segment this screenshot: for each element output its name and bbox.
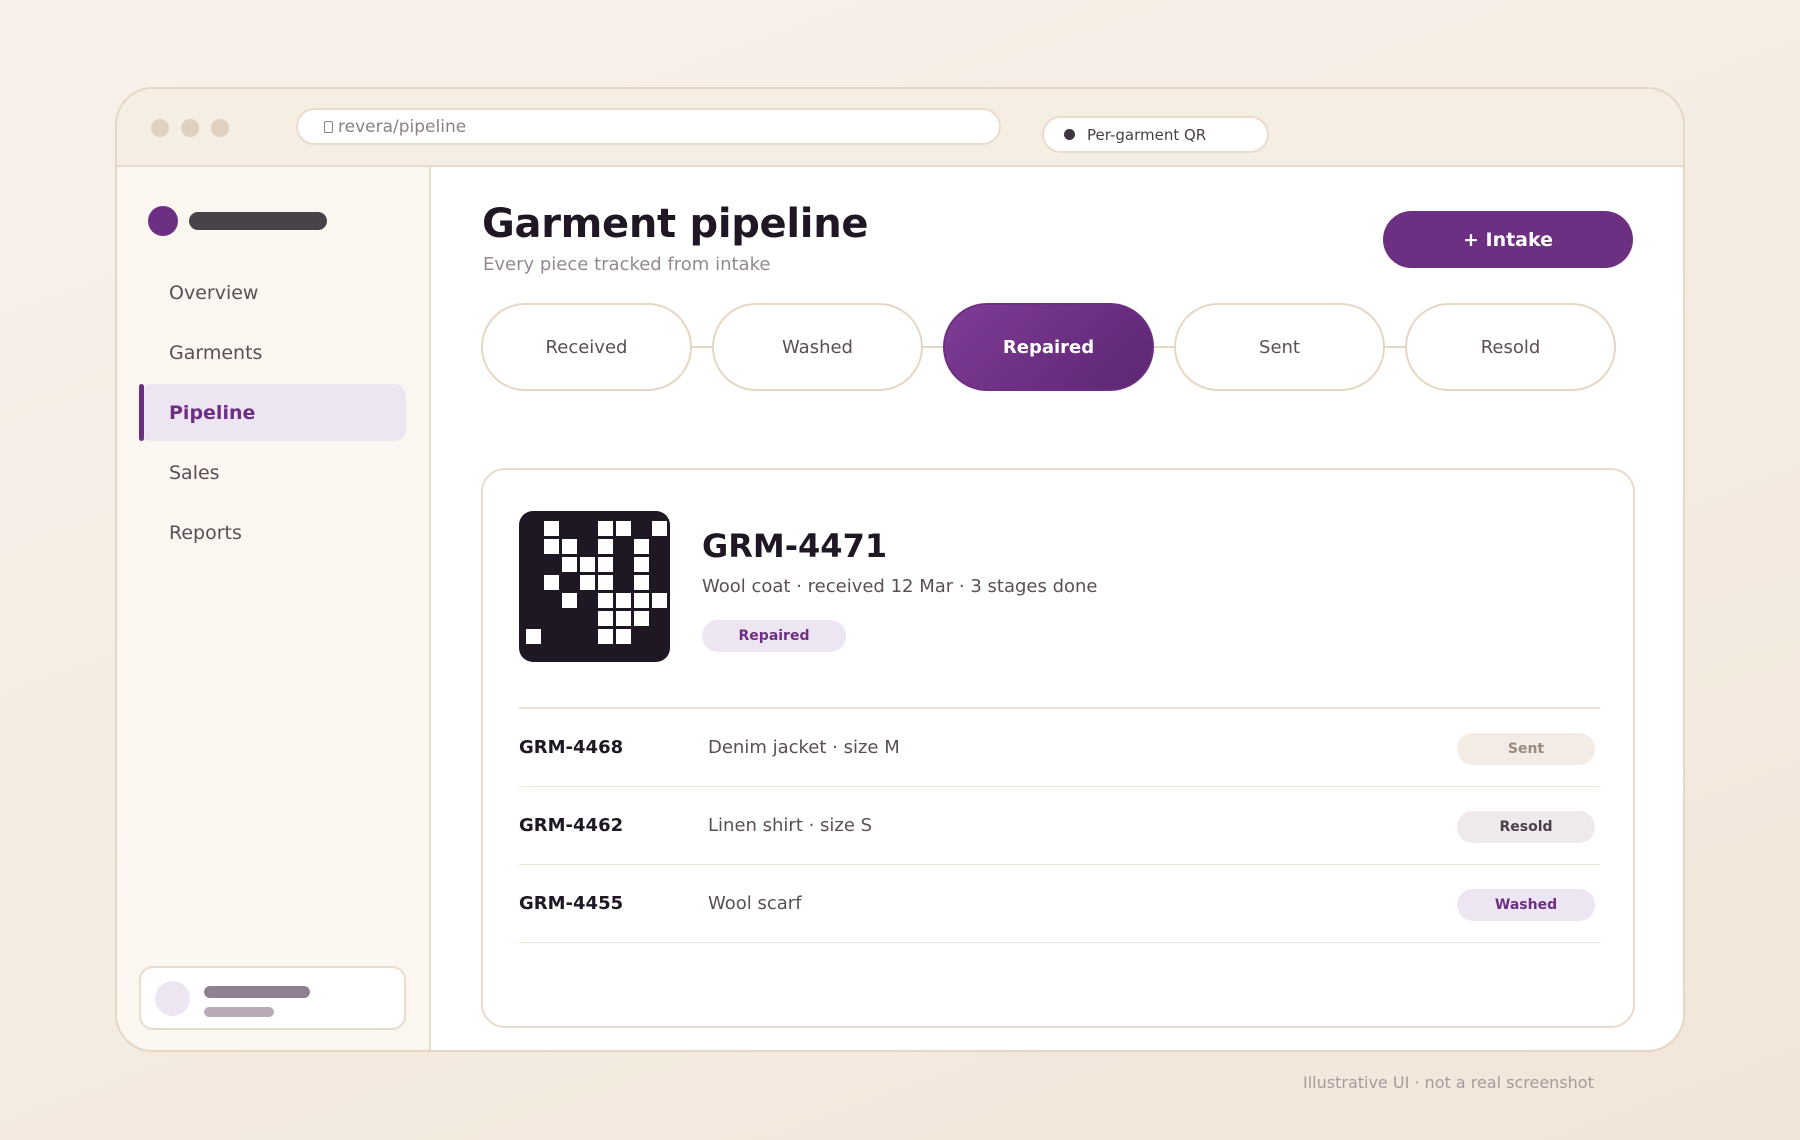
qr-module [616,629,631,644]
qr-module [598,539,613,554]
sidebar-item-label: Pipeline [169,401,256,424]
browser-window: revera/pipeline Per-garment QR Overview … [115,87,1685,1052]
main-content: Garment pipeline Every piece tracked fro… [433,167,1683,1050]
qr-module [652,521,667,536]
user-role-placeholder [204,1007,274,1017]
sidebar: Overview Garments Pipeline Sales Reports [117,167,431,1050]
qr-module [616,593,631,608]
address-text: revera/pipeline [338,116,467,137]
qr-module [598,557,613,572]
title-bar: revera/pipeline Per-garment QR [117,89,1683,167]
qr-module [598,593,613,608]
qr-module [634,575,649,590]
lock-icon [324,120,333,133]
stage-received[interactable]: Received [481,303,692,391]
garment-meta: Wool coat · received 12 Mar · 3 stages d… [702,576,1098,597]
row-description: Linen shirt · size S [708,815,873,836]
qr-module [634,557,649,572]
window-maximize-dot[interactable] [211,119,229,137]
qr-module [598,575,613,590]
qr-module [580,575,595,590]
status-dot-icon [1064,129,1075,140]
stage-sent[interactable]: Sent [1174,303,1385,391]
sidebar-item-garments[interactable]: Garments [139,324,406,381]
qr-module [526,629,541,644]
address-bar[interactable]: revera/pipeline [296,108,1001,145]
garment-id: GRM-4471 [702,527,888,565]
row-description: Wool scarf [708,893,802,914]
table-row[interactable]: GRM-4468 Denim jacket · size M Sent [519,709,1600,787]
stage-washed[interactable]: Washed [712,303,923,391]
qr-module [544,539,559,554]
intake-button[interactable]: + Intake [1383,211,1633,268]
sidebar-item-label: Overview [169,281,259,304]
table-row[interactable]: GRM-4462 Linen shirt · size S Resold [519,787,1600,865]
qr-module [598,611,613,626]
window-minimize-dot[interactable] [181,119,199,137]
qr-module [562,539,577,554]
qr-module [580,557,595,572]
status-badge: Washed [1457,889,1595,921]
qr-module [634,611,649,626]
row-description: Denim jacket · size M [708,737,900,758]
qr-module [652,593,667,608]
row-garment-id: GRM-4462 [519,815,624,836]
page-title: Garment pipeline [482,201,869,247]
qr-module [598,521,613,536]
sidebar-item-sales[interactable]: Sales [139,444,406,501]
qr-module [562,593,577,608]
qr-module [616,611,631,626]
qr-module [616,521,631,536]
sidebar-item-label: Reports [169,521,242,544]
page-subtitle: Every piece tracked from intake [483,254,771,275]
sidebar-item-label: Garments [169,341,263,364]
user-card[interactable] [139,966,406,1030]
stage-resold[interactable]: Resold [1405,303,1616,391]
window-close-dot[interactable] [151,119,169,137]
qr-mode-pill[interactable]: Per-garment QR [1042,116,1269,153]
sidebar-item-label: Sales [169,461,220,484]
sidebar-item-reports[interactable]: Reports [139,504,406,561]
row-garment-id: GRM-4455 [519,893,624,914]
qr-module [598,629,613,644]
stage-track: Received Washed Repaired Sent Resold [481,303,1617,393]
qr-module [544,575,559,590]
qr-module [562,557,577,572]
qr-mode-label: Per-garment QR [1087,125,1207,144]
brand-logo-icon [148,206,178,236]
footnote: Illustrative UI · not a real screenshot [1303,1073,1594,1092]
qr-module [634,593,649,608]
status-badge: Repaired [702,620,846,652]
status-badge: Sent [1457,733,1595,765]
stage-repaired[interactable]: Repaired [943,303,1154,391]
qr-module [544,521,559,536]
status-badge: Resold [1457,811,1595,843]
user-name-placeholder [204,986,310,998]
garment-detail-card: GRM-4471 Wool coat · received 12 Mar · 3… [481,468,1635,1028]
brand-name-placeholder [189,212,327,230]
qr-module [634,539,649,554]
sidebar-item-overview[interactable]: Overview [139,264,406,321]
row-garment-id: GRM-4468 [519,737,624,758]
sidebar-item-pipeline[interactable]: Pipeline [139,384,406,441]
avatar [155,981,190,1016]
qr-code-icon[interactable] [519,511,670,662]
table-row[interactable]: GRM-4455 Wool scarf Washed [519,865,1600,943]
